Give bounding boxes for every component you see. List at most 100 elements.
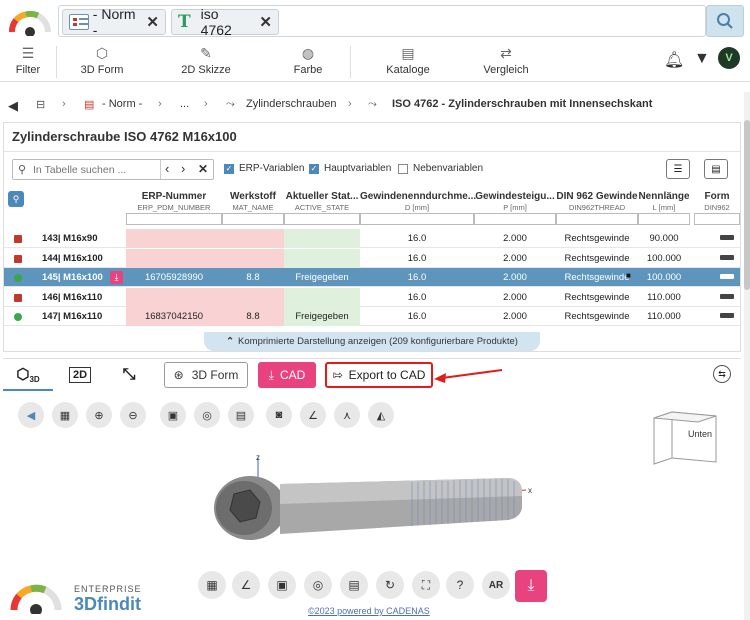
prev-result-icon[interactable]: ‹	[165, 161, 169, 176]
table-search-field[interactable]: ⚲ ‹ › ✕	[12, 159, 214, 180]
measure-angle-icon[interactable]: ∠	[232, 571, 260, 599]
table-cell: 2.000	[503, 291, 527, 303]
search-in-table-icon[interactable]: ⚲	[8, 191, 24, 207]
toolbar-3d-form[interactable]: ⬡ 3D Form	[74, 42, 130, 82]
tab-dimensions[interactable]: ⤡	[111, 359, 147, 391]
search-input[interactable]: - Norm - ✕ T iso 4762 ✕	[58, 5, 706, 38]
table-row[interactable]: 143| M16x90 16.0 2.000 Rechtsgewinde 90.000	[4, 229, 740, 248]
column-filter-input[interactable]	[474, 213, 556, 225]
toolbar-vergleich[interactable]: ⇄ Vergleich	[478, 42, 534, 82]
search-chip-norm[interactable]: - Norm - ✕	[62, 6, 166, 38]
camera-icon[interactable]: ◙	[266, 402, 292, 428]
toolbar-filter[interactable]: ☰ Filter	[8, 42, 48, 82]
cad-download-button[interactable]: ⤓ CAD	[258, 362, 316, 388]
table-cell	[284, 287, 360, 307]
solid-view-icon[interactable]: ▣	[160, 402, 186, 428]
page-title: Zylinderschraube ISO 4762 M16x100	[12, 129, 237, 144]
cylinder-view-icon[interactable]: ◎	[194, 402, 220, 428]
tab-3d[interactable]: ⬡ 3D	[3, 359, 53, 391]
column-filter-input[interactable]	[284, 213, 360, 225]
button-label: Export to CAD	[348, 368, 426, 382]
axis-icon[interactable]: ⋏	[334, 402, 360, 428]
remove-chip-icon[interactable]: ✕	[146, 13, 159, 31]
main-variables-checkbox[interactable]: ✓ Hauptvariablen	[309, 163, 391, 174]
column-header[interactable]: Nennlänge L [mm]	[638, 191, 690, 212]
wireframe-icon[interactable]: ▦	[198, 571, 226, 599]
column-filter-input[interactable]	[556, 213, 638, 225]
table-row[interactable]: 145| M16x100 ⤓ 16705928990 8.8 Freigegeben 16…	[4, 268, 740, 287]
secondary-variables-checkbox[interactable]: Nebenvariablen	[398, 163, 483, 174]
zoom-fit-icon[interactable]: ⊖	[120, 402, 146, 428]
table-search-input[interactable]	[33, 162, 157, 177]
toolbar-farbe[interactable]: ◍ Farbe	[286, 42, 330, 82]
collapse-viewer-icon[interactable]: ⇆	[713, 365, 731, 383]
ar-icon[interactable]: AR	[482, 571, 510, 599]
table-cell	[222, 287, 284, 307]
row-download-icon[interactable]: ⤓	[110, 271, 123, 284]
column-header[interactable]: Form DIN962	[694, 191, 740, 212]
measure-angle-icon[interactable]: ∠	[300, 402, 326, 428]
cube-3d-icon: ⬡	[16, 366, 30, 383]
page-scrollbar-thumb[interactable]	[744, 120, 750, 290]
table-view-icon[interactable]: ▤	[228, 402, 254, 428]
clear-search-icon[interactable]: ✕	[198, 162, 208, 176]
erp-variables-checkbox[interactable]: ✓ ERP-Variablen	[224, 163, 304, 174]
column-filter-input[interactable]	[638, 213, 690, 225]
table-row[interactable]: 146| M16x110 16.0 2.000 Rechtsgewinde 110.00…	[4, 287, 740, 307]
remove-chip-icon[interactable]: ✕	[259, 13, 272, 31]
column-header[interactable]: ERP-Nummer ERP_PDM_NUMBER	[126, 191, 222, 212]
table-export-button[interactable]: ▤	[704, 159, 728, 179]
column-filter-input[interactable]	[126, 213, 222, 225]
table-settings-button[interactable]: ☰	[666, 159, 690, 179]
export-to-cad-button[interactable]: ⇰ Export to CAD	[325, 362, 433, 388]
section-icon[interactable]: ◭	[368, 402, 394, 428]
app-logo-icon[interactable]	[6, 6, 54, 36]
compact-view-toggle[interactable]: ⌃ Komprimierte Darstellung anzeigen (209 …	[204, 332, 540, 351]
toolbar-kataloge[interactable]: ▤ Kataloge	[380, 42, 436, 82]
checkbox-label: Nebenvariablen	[413, 163, 484, 174]
download-cad-button[interactable]: ⤓	[515, 570, 547, 602]
back-arrow-icon[interactable]: ◀	[8, 98, 18, 114]
next-result-icon[interactable]: ›	[181, 161, 185, 176]
table-row[interactable]: 147| M16x110 16837042150 8.8 Freigegeben 16.…	[4, 307, 740, 326]
zoom-in-icon[interactable]: ⊕	[86, 402, 112, 428]
3d-form-button[interactable]: ⊛ 3D Form	[164, 362, 248, 388]
wireframe-icon[interactable]: ▦	[52, 402, 78, 428]
table-row[interactable]: 144| M16x100 16.0 2.000 Rechtsgewinde 100.00…	[4, 248, 740, 268]
palette-icon: ◍	[301, 45, 315, 61]
back-view-icon[interactable]: ◀	[18, 402, 44, 428]
cylinder-view-icon[interactable]: ◎	[304, 571, 332, 599]
column-filter-input[interactable]	[694, 213, 740, 225]
funnel-filter-icon[interactable]: ▼	[694, 50, 710, 68]
column-header[interactable]: Gewindenenndurchme... D [mm]	[360, 191, 476, 212]
tab-2d[interactable]: 2D	[63, 359, 97, 391]
column-header[interactable]: Werkstoff MAT_NAME	[222, 191, 284, 212]
help-icon[interactable]: ?	[446, 571, 474, 599]
view-cube[interactable]	[646, 410, 720, 472]
bell-icon[interactable]: 🔔︎	[664, 50, 684, 70]
column-header[interactable]: DIN 962 Gewinde DIN962THREAD	[556, 191, 638, 212]
column-filter-input[interactable]	[360, 213, 474, 225]
column-header[interactable]: Gewindesteigu... P [mm]	[474, 191, 556, 212]
column-header[interactable]: Aktueller Stat... ACTIVE_STATE	[284, 191, 360, 212]
table-view-icon[interactable]: ▤	[340, 571, 368, 599]
status-released-icon	[14, 313, 22, 321]
toolbar-2d-skizze[interactable]: ✎ 2D Skizze	[176, 42, 236, 82]
column-filter-input[interactable]	[222, 213, 284, 225]
breadcrumb-item[interactable]: - Norm -	[102, 98, 142, 110]
cube-icon: ⬡	[95, 45, 109, 61]
checkbox-label: ERP-Variablen	[239, 163, 305, 174]
solid-view-icon[interactable]: ▣	[268, 571, 296, 599]
avatar[interactable]: V	[718, 47, 740, 69]
3d-form-icon: ⊛	[173, 368, 184, 382]
search-button[interactable]	[706, 5, 744, 37]
home-icon[interactable]: ⊟	[36, 98, 45, 111]
pencil-icon: ✎	[200, 45, 212, 61]
breadcrumb-item[interactable]: Zylinderschrauben	[246, 98, 337, 110]
search-chip-text[interactable]: T iso 4762 ✕	[171, 6, 279, 38]
copyright-link[interactable]: ©2023 powered by CADENAS	[308, 606, 430, 616]
fullscreen-icon[interactable]: ⛶	[412, 571, 440, 599]
filter-sliders-icon: ☰	[21, 45, 35, 61]
breadcrumb-item[interactable]: ...	[180, 98, 189, 110]
animation-icon[interactable]: ↻	[376, 571, 404, 599]
